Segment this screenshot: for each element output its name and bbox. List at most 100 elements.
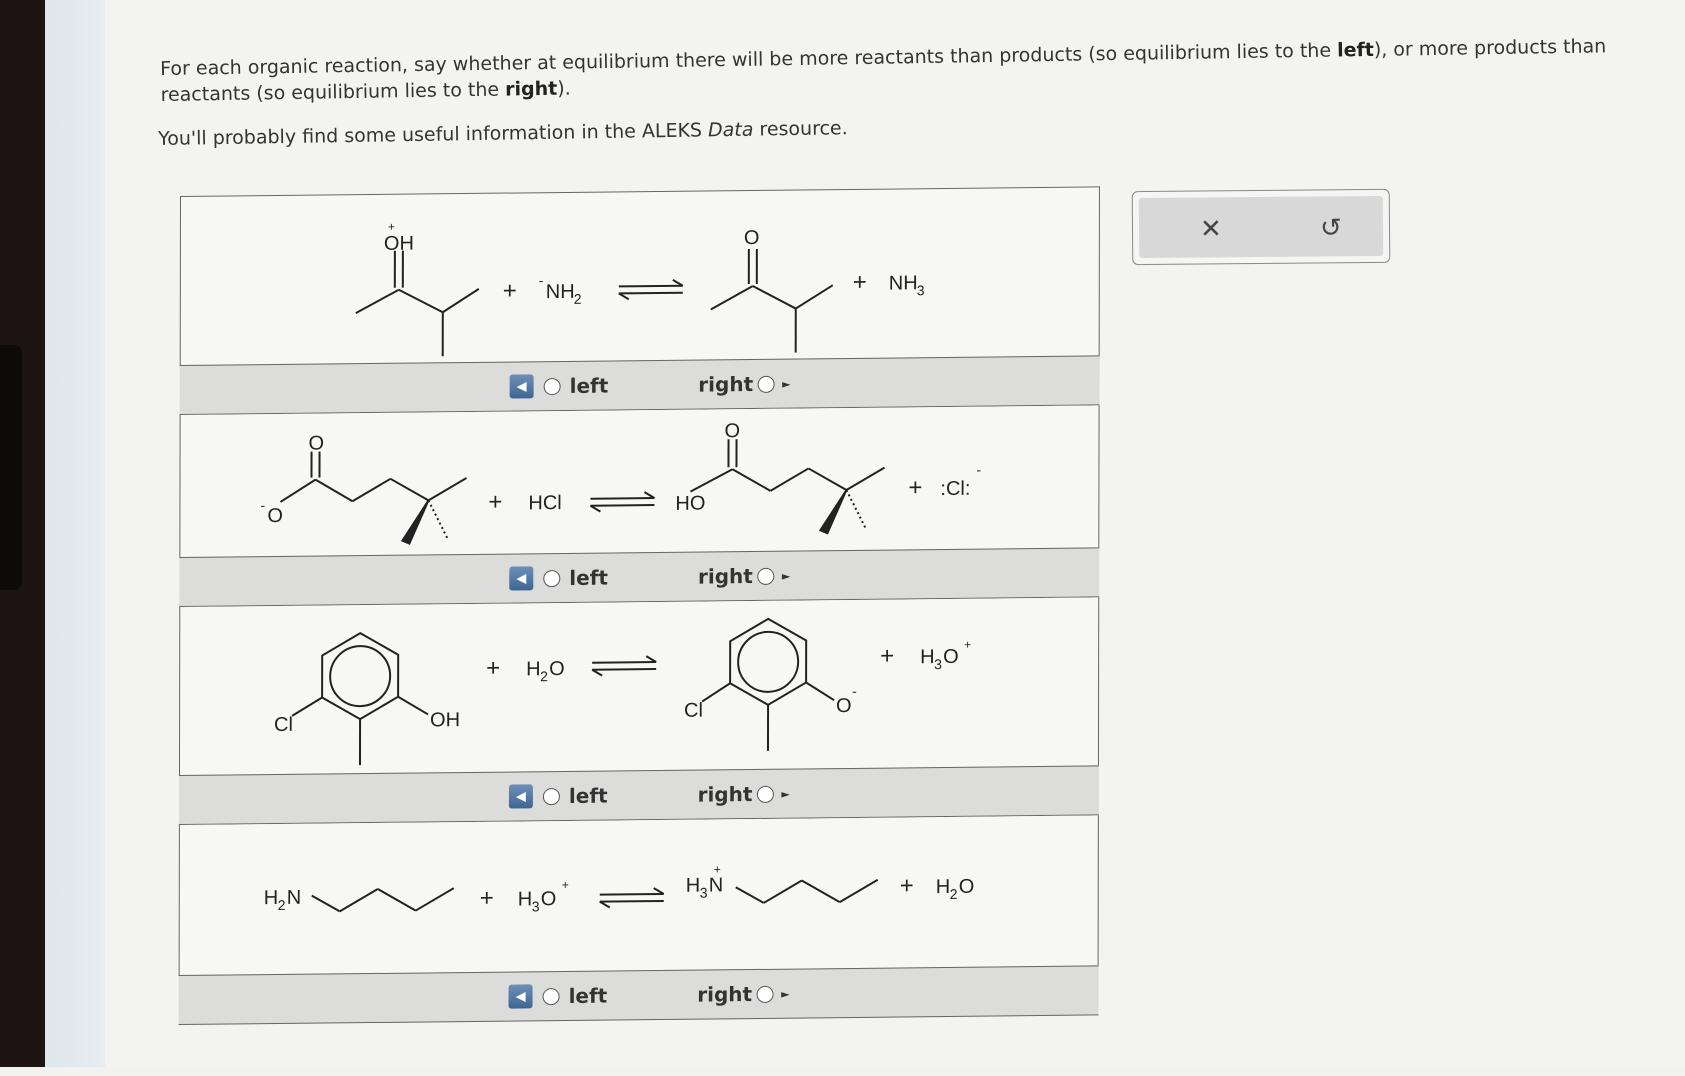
back-arrow-button[interactable]: ◀: [510, 374, 534, 398]
plus-sign: +: [486, 655, 500, 682]
radio-right[interactable]: [756, 785, 773, 802]
radio-right[interactable]: [756, 985, 773, 1002]
radio-left[interactable]: [543, 788, 560, 805]
bond: [732, 469, 770, 491]
subscript: 3: [934, 656, 942, 672]
eq-arrow-fwd: [590, 498, 654, 499]
eq-arrow-rev: [592, 669, 656, 670]
left-label[interactable]: left: [569, 984, 608, 1008]
h3o-label-o: O: [541, 888, 557, 910]
clear-x-icon[interactable]: ✕: [1191, 211, 1231, 247]
aromatic-circle: [738, 632, 798, 693]
plus-sign: +: [853, 269, 867, 296]
play-triangle-icon: ►: [782, 377, 790, 390]
eq-arrow-fwd: [600, 894, 664, 895]
bond: [753, 286, 796, 309]
subscript: 3: [917, 282, 925, 298]
o-label: O: [309, 433, 325, 455]
bond: [356, 290, 399, 313]
subscript: 2: [540, 668, 548, 684]
h2n-label: H: [264, 887, 278, 909]
reactions-panel: + OH + - NH 2 O + NH 3 ◀ left right ►: [178, 186, 1099, 1076]
charge-minus: -: [852, 683, 857, 699]
charge-plus: +: [388, 220, 395, 234]
instr-right-bold: right: [505, 78, 557, 101]
bond: [796, 285, 833, 308]
bond: [770, 468, 808, 490]
nh2-label: NH: [546, 281, 575, 303]
right-label[interactable]: right: [698, 564, 753, 589]
radio-left[interactable]: [543, 988, 560, 1005]
ho-label: HO: [675, 493, 705, 515]
back-arrow-button[interactable]: ◀: [509, 566, 533, 590]
bond: [390, 478, 428, 500]
subscript: 2: [950, 886, 958, 902]
o-label: O: [744, 227, 760, 249]
h3o-label: H: [920, 646, 934, 668]
bond: [340, 889, 378, 911]
subscript: 2: [278, 897, 286, 913]
reaction-4: H 2 N + H 3 O + H 3 N + + H 2 O: [179, 815, 1099, 975]
radio-left[interactable]: [543, 570, 560, 587]
right-label[interactable]: right: [698, 782, 753, 807]
subscript: 3: [532, 898, 540, 914]
reaction-1-structures: + OH + - NH 2 O + NH 3: [181, 187, 1101, 365]
subscript: 2: [574, 291, 582, 307]
device-bezel: [0, 0, 45, 1067]
bond: [802, 880, 840, 902]
oh-label: OH: [430, 709, 460, 731]
plus-sign: +: [880, 643, 894, 670]
left-label[interactable]: left: [569, 784, 608, 808]
left-label[interactable]: left: [569, 566, 608, 590]
reaction-3-structures: Cl OH + H 2 O Cl O - + H 3 O +: [180, 597, 1100, 775]
undo-icon[interactable]: ↺: [1311, 210, 1351, 246]
cl-label: Cl: [274, 714, 293, 736]
bond: [398, 696, 428, 714]
bond: [378, 889, 416, 911]
charge-plus: +: [964, 638, 971, 652]
left-sidebar-strip: [45, 0, 105, 1067]
radio-right[interactable]: [757, 567, 774, 584]
charge-plus: +: [714, 862, 721, 876]
charge-minus: -: [976, 462, 981, 478]
back-arrow-button[interactable]: ◀: [509, 784, 533, 808]
bond: [315, 479, 352, 501]
bond: [352, 479, 390, 501]
right-label[interactable]: right: [698, 372, 753, 397]
h3o-label: H: [518, 888, 532, 910]
eq-arrow-fwd: [592, 662, 656, 663]
bond: [280, 480, 315, 502]
right-label[interactable]: right: [697, 982, 752, 1007]
chloride-label: :Cl:: [940, 478, 970, 500]
reaction-2: O - O + HCl HO O + :Cl: -: [179, 405, 1099, 557]
nh3-label: NH: [889, 272, 918, 294]
h3n-label: H: [686, 875, 700, 897]
eq-arrow-rev: [590, 505, 654, 506]
radio-left[interactable]: [544, 378, 561, 395]
radio-right[interactable]: [757, 375, 774, 392]
back-arrow-button[interactable]: ◀: [509, 984, 533, 1008]
bond: [764, 881, 802, 903]
plus-sign: +: [480, 885, 494, 912]
bond: [428, 478, 466, 500]
o-label: O: [836, 695, 852, 717]
plus-sign: +: [488, 489, 502, 516]
reaction-4-structures: H 2 N + H 3 O + H 3 N + + H 2 O: [180, 815, 1100, 975]
eq-arrow-rev: [600, 901, 664, 902]
answer-bar-4: ◀ left right ►: [179, 965, 1099, 1025]
h2n-label-n: N: [287, 887, 301, 909]
bond: [416, 888, 454, 910]
h2o-label-o: O: [549, 658, 565, 680]
h3o-label-o: O: [943, 646, 959, 668]
h3n-label-n: N: [709, 874, 723, 896]
bond: [808, 468, 846, 490]
left-label[interactable]: left: [570, 374, 609, 398]
data-resource-link[interactable]: Data: [708, 119, 754, 142]
hash-bond: [846, 490, 866, 530]
subscript: 3: [700, 885, 708, 901]
aromatic-circle: [330, 646, 390, 707]
h2o-label: H: [526, 658, 540, 680]
bond: [806, 682, 834, 700]
reaction-1: + OH + - NH 2 O + NH 3: [180, 186, 1100, 365]
bond: [736, 887, 764, 903]
